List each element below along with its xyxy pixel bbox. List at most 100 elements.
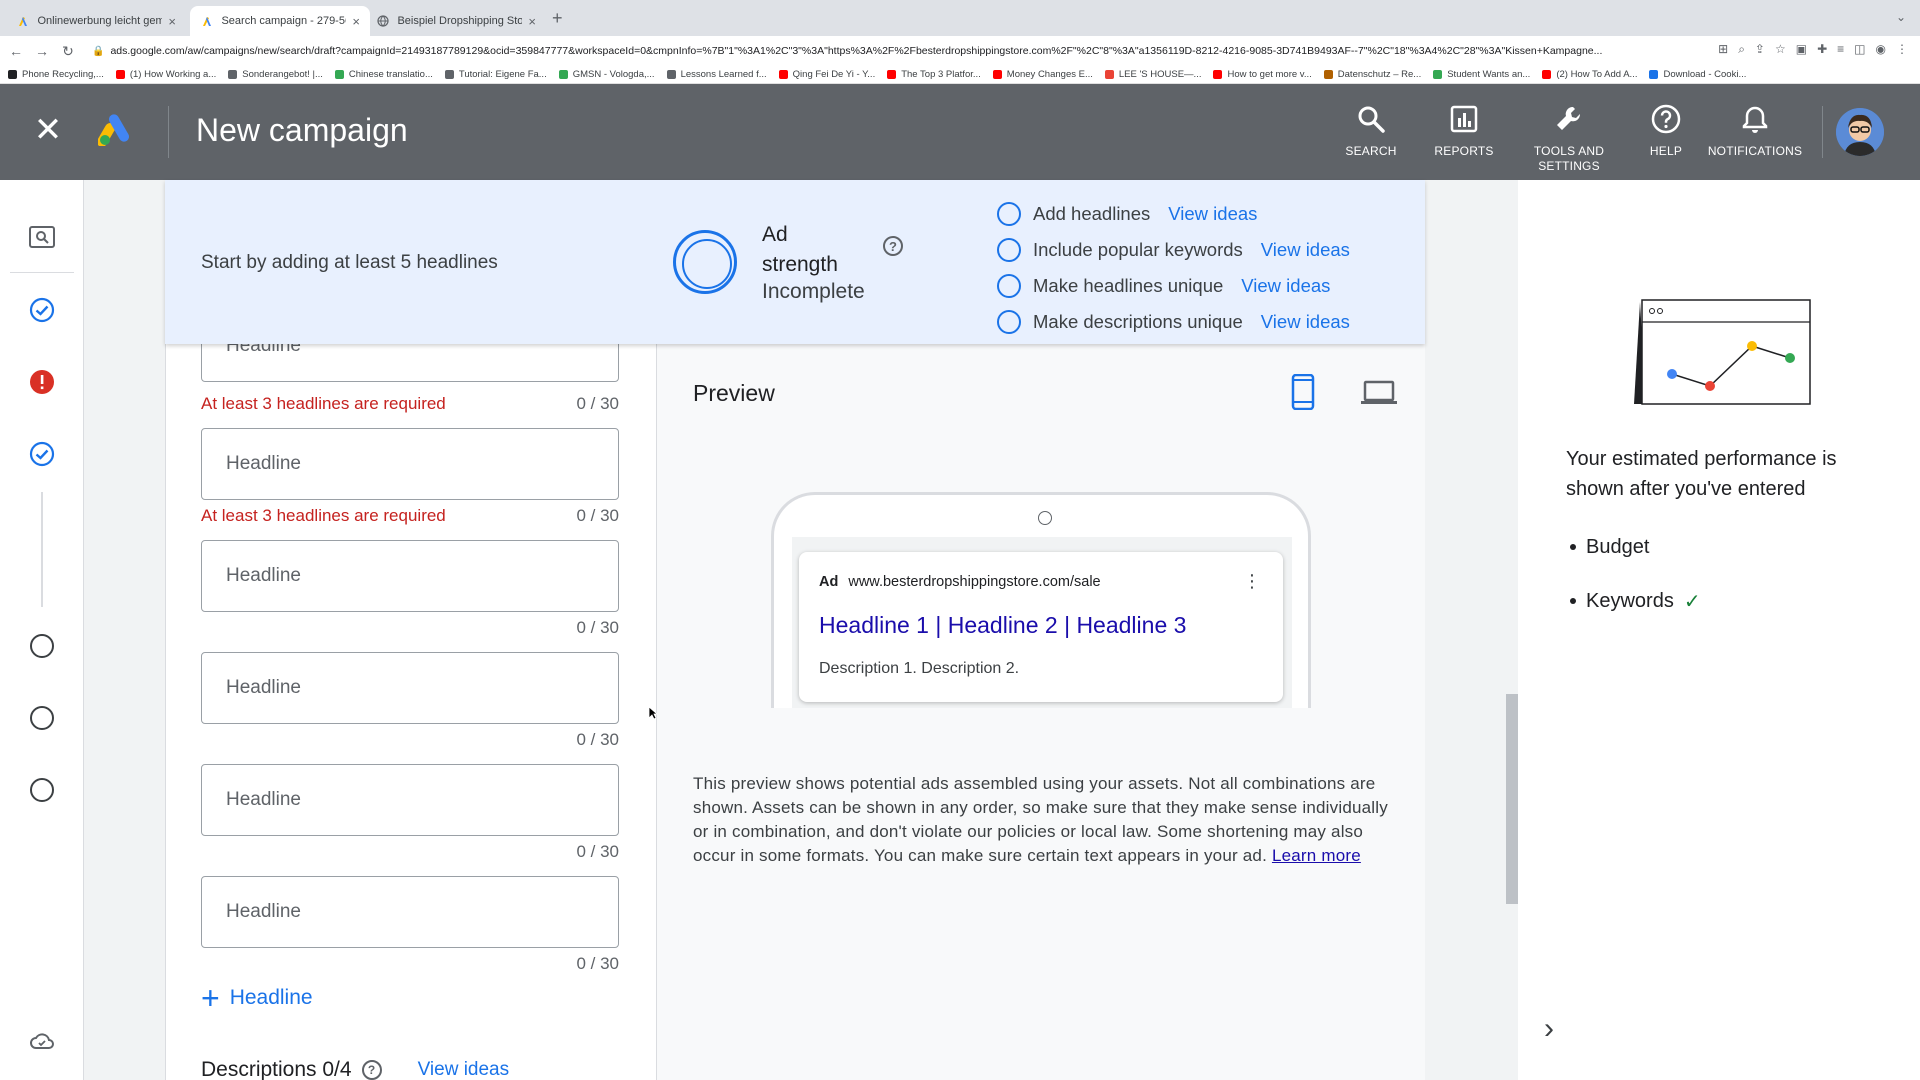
bookmark-item[interactable]: How to get more v...	[1213, 69, 1312, 80]
share-icon[interactable]: ⇪	[1755, 42, 1765, 57]
new-tab-icon[interactable]: +	[552, 8, 563, 29]
zoom-icon[interactable]: ⌕	[1738, 42, 1745, 57]
back-icon[interactable]: ←	[6, 43, 26, 59]
ad-url-row: Ad www.besterdropshippingstore.com/sale	[819, 574, 1101, 590]
campaign-overview-icon[interactable]	[27, 222, 57, 252]
view-ideas-link[interactable]: View ideas	[1168, 203, 1257, 225]
learn-more-link[interactable]: Learn more	[1272, 846, 1361, 865]
avatar[interactable]	[1836, 108, 1884, 156]
plus-icon: +	[201, 980, 220, 1016]
tools-settings-nav-button[interactable]: TOOLS AND SETTINGS	[1524, 102, 1614, 174]
bookmark-item[interactable]: (1) How Working a...	[115, 69, 216, 80]
step-empty-circle-icon[interactable]	[27, 703, 57, 733]
nav-label: REPORTS	[1434, 144, 1494, 158]
add-headline-button[interactable]: + Headline	[201, 980, 313, 1016]
extension-icon[interactable]: ▣	[1796, 42, 1807, 57]
bookmark-item[interactable]: (2) How To Add A...	[1542, 69, 1637, 80]
phone-camera-icon	[1038, 511, 1052, 525]
bookmark-item[interactable]: Phone Recycling,...	[8, 69, 104, 80]
headline-char-count: 0 / 30	[576, 954, 619, 973]
profile-icon[interactable]: ◉	[1876, 42, 1886, 57]
chevron-right-icon[interactable]: ›	[1544, 1012, 1554, 1046]
lock-icon: 🔒	[92, 45, 105, 57]
close-tab-icon[interactable]: ×	[528, 14, 536, 29]
close-tab-icon[interactable]: ×	[168, 14, 176, 29]
bookmark-label: Lessons Learned f...	[680, 69, 767, 80]
headline-input[interactable]: Headline	[201, 428, 619, 500]
notifications-nav-button[interactable]: NOTIFICATIONS	[1708, 102, 1802, 159]
desktop-preview-icon[interactable]	[1361, 380, 1397, 406]
headline-input[interactable]: Headline	[201, 540, 619, 612]
bookmark-item[interactable]: Chinese translatio...	[334, 69, 433, 80]
performance-text: Your estimated performance is shown afte…	[1566, 448, 1837, 500]
header-divider	[1822, 106, 1823, 158]
reading-list-icon[interactable]: ≡	[1837, 42, 1844, 57]
browser-tabbar: Onlinewerbung leicht gemacht × Search ca…	[0, 0, 1920, 36]
browser-tab-active[interactable]: Search campaign - 279-560-1 ×	[190, 6, 370, 36]
step-complete-check-icon[interactable]	[27, 439, 57, 469]
browser-tab[interactable]: Onlinewerbung leicht gemacht ×	[6, 6, 186, 36]
view-ideas-link[interactable]: View ideas	[1261, 239, 1350, 261]
search-nav-button[interactable]: SEARCH	[1326, 102, 1416, 159]
preview-section: Preview Ad www.besterdropshippingstore.c…	[657, 344, 1425, 1080]
puzzle-icon[interactable]: ✚	[1817, 42, 1827, 57]
reports-icon	[1447, 102, 1481, 136]
bookmark-item[interactable]: Tutorial: Eigene Fa...	[444, 69, 547, 80]
step-complete-check-icon[interactable]	[27, 295, 57, 325]
tab-search-chevron-icon[interactable]: ⌄	[1896, 10, 1906, 24]
translate-icon[interactable]: ⊞	[1718, 42, 1728, 57]
preview-disclaimer: This preview shows potential ads assembl…	[693, 772, 1393, 868]
step-error-icon[interactable]	[27, 367, 57, 397]
bookmark-item[interactable]: Sonderangebot! |...	[228, 69, 323, 80]
menu-dots-icon[interactable]: ⋮	[1896, 42, 1908, 57]
mobile-preview-icon[interactable]	[1291, 373, 1315, 411]
bookmark-item[interactable]: Student Wants an...	[1433, 69, 1530, 80]
bookmark-favicon-icon	[887, 70, 897, 79]
bookmark-item[interactable]: Download - Cooki...	[1649, 69, 1746, 80]
bookmark-favicon-icon	[1433, 70, 1443, 79]
ad-headline[interactable]: Headline 1 | Headline 2 | Headline 3	[819, 612, 1186, 639]
view-ideas-link[interactable]: View ideas	[1241, 275, 1330, 297]
help-nav-button[interactable]: HELP	[1621, 102, 1711, 159]
headline-input[interactable]: Headline	[201, 344, 619, 382]
bookmark-item[interactable]: Money Changes E...	[992, 69, 1093, 80]
address-bar[interactable]: 🔒 ads.google.com/aw/campaigns/new/search…	[92, 40, 1672, 62]
bookmark-item[interactable]: Lessons Learned f...	[666, 69, 767, 80]
bookmark-item[interactable]: GMSN - Vologda,...	[558, 69, 655, 80]
bookmark-label: (2) How To Add A...	[1556, 69, 1638, 80]
step-empty-circle-icon[interactable]	[27, 775, 57, 805]
cloud-save-icon[interactable]	[27, 1026, 57, 1056]
bookmark-label: How to get more v...	[1227, 69, 1312, 80]
requirement-item: Budget	[1570, 520, 1701, 574]
help-icon[interactable]: ?	[361, 1060, 382, 1080]
view-ideas-link[interactable]: View ideas	[418, 1059, 510, 1080]
sidebar-icon[interactable]: ◫	[1854, 42, 1865, 57]
help-icon[interactable]: ?	[883, 236, 903, 256]
step-empty-circle-icon[interactable]	[27, 631, 57, 661]
scrollbar-thumb[interactable]	[1506, 694, 1518, 904]
bookmark-label: Phone Recycling,...	[22, 69, 104, 80]
preview-title: Preview	[693, 380, 775, 406]
bookmark-item[interactable]: LEE 'S HOUSE—...	[1104, 69, 1201, 80]
bookmark-favicon-icon	[115, 70, 125, 79]
browser-tab[interactable]: Beispiel Dropshipping Store ×	[366, 6, 546, 36]
bookmark-item[interactable]: Qing Fei De Yi - Y...	[778, 69, 875, 80]
view-ideas-link[interactable]: View ideas	[1261, 311, 1350, 333]
bookmark-item[interactable]: The Top 3 Platfor...	[887, 69, 981, 80]
requirement-label: Budget	[1586, 535, 1650, 558]
bookmark-item[interactable]: Datenschutz – Re...	[1323, 69, 1421, 80]
more-vert-icon[interactable]: ⋮	[1243, 572, 1261, 590]
tip-row: Add headlines View ideas	[997, 196, 1350, 232]
headline-input[interactable]: Headline	[201, 764, 619, 836]
reports-nav-button[interactable]: REPORTS	[1419, 102, 1509, 159]
reload-icon[interactable]: ↻	[58, 43, 78, 60]
ad-strength-prompt: Start by adding at least 5 headlines	[201, 252, 498, 273]
forward-icon[interactable]: →	[32, 43, 52, 59]
headline-input[interactable]: Headline	[201, 876, 619, 948]
tab-title: Onlinewerbung leicht gemacht	[37, 15, 163, 27]
bookmark-star-icon[interactable]: ☆	[1775, 42, 1786, 57]
close-tab-icon[interactable]: ×	[352, 14, 360, 29]
headline-input[interactable]: Headline	[201, 652, 619, 724]
close-icon[interactable]: ✕	[32, 113, 64, 147]
tab-title: Search campaign - 279-560-1	[221, 15, 346, 27]
